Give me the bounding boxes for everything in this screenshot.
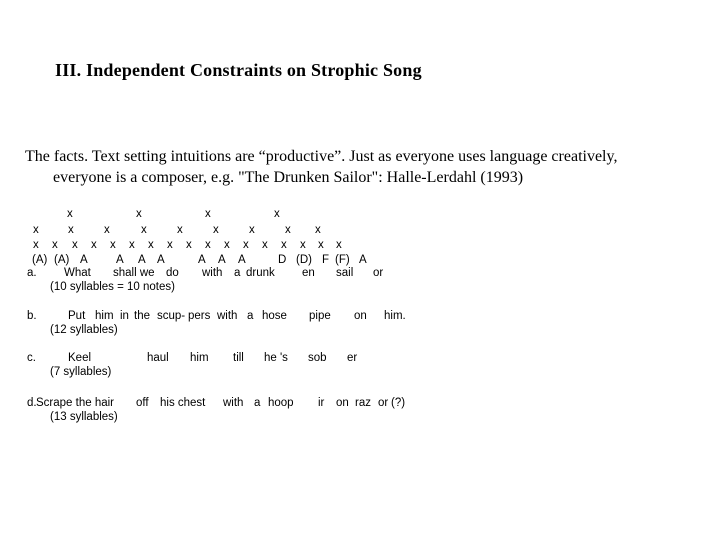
lyric-syllable: in — [120, 310, 129, 322]
grid-beat-row3: x — [33, 239, 39, 251]
lyric-syllable: Put — [68, 310, 86, 322]
grid-beat-row2: x — [249, 224, 255, 236]
grid-beat-row3: x — [205, 239, 211, 251]
intro-line-1: The facts. Text setting intuitions are “… — [25, 148, 618, 165]
grid-beat-row1: x — [136, 208, 142, 220]
lyric-syllable: his chest — [160, 397, 206, 409]
pitch-label: (D) — [296, 254, 312, 266]
grid-beat-row3: x — [281, 239, 287, 251]
grid-beat-row3: x — [318, 239, 324, 251]
pitch-label: A — [198, 254, 206, 266]
lyric-syllable: a — [247, 310, 254, 322]
grid-beat-row3: x — [52, 239, 58, 251]
lyric-syllable: do — [166, 267, 179, 279]
lyric-syllable: on — [336, 397, 349, 409]
grid-beat-row2: x — [177, 224, 183, 236]
lyric-syllable: pers — [188, 310, 211, 322]
grid-beat-row1: x — [274, 208, 280, 220]
lyric-syllable: with — [217, 310, 238, 322]
lyric-syllable: the — [134, 310, 150, 322]
intro-paragraph: The facts. Text setting intuitions are “… — [25, 146, 665, 188]
example-label: c. — [27, 352, 36, 364]
pitch-label: (A) — [54, 254, 70, 266]
pitch-label: F — [322, 254, 330, 266]
grid-beat-row3: x — [300, 239, 306, 251]
lyric-syllable: ir — [318, 397, 325, 409]
pitch-label: A — [80, 254, 88, 266]
lyric-syllable: hose — [262, 310, 287, 322]
lyric-syllable: or — [378, 397, 389, 409]
lyric-syllable: pipe — [309, 310, 331, 322]
grid-beat-row3: x — [167, 239, 173, 251]
lyric-syllable: Scrape the hair — [36, 397, 114, 409]
grid-beat-row2: x — [33, 224, 39, 236]
grid-beat-row3: x — [110, 239, 116, 251]
lyric-syllable: (?) — [391, 397, 406, 409]
lyric-syllable: till — [233, 352, 244, 364]
section-title: III. Independent Constraints on Strophic… — [55, 60, 422, 80]
grid-beat-row2: x — [68, 224, 74, 236]
grid-beat-row2: x — [104, 224, 110, 236]
grid-beat-row2: x — [285, 224, 291, 236]
grid-beat-row3: x — [262, 239, 268, 251]
lyric-syllable: en — [302, 267, 315, 279]
lyric-syllable: a — [254, 397, 261, 409]
lyric-syllable: sail — [336, 267, 354, 279]
example-label: a. — [27, 267, 37, 279]
pitch-label: (F) — [335, 254, 350, 266]
grid-beat-row3: x — [336, 239, 342, 251]
grid-beat-row3: x — [72, 239, 78, 251]
lyric-syllable: Keel — [68, 352, 92, 364]
pitch-label: A — [238, 254, 246, 266]
grid-beat-row3: x — [224, 239, 230, 251]
grid-beat-row1: x — [67, 208, 73, 220]
lyric-syllable: with — [223, 397, 244, 409]
lyric-syllable: with — [202, 267, 223, 279]
example-label: b. — [27, 310, 37, 322]
pitch-label: A — [359, 254, 367, 266]
lyric-syllable: scup- — [157, 310, 186, 322]
pitch-label: D — [278, 254, 287, 266]
grid-beat-row3: x — [186, 239, 192, 251]
lyric-syllable: raz — [355, 397, 371, 409]
pitch-label: A — [157, 254, 165, 266]
lyric-syllable: him — [190, 352, 209, 364]
lyric-syllable: off — [136, 397, 149, 409]
grid-beat-row2: x — [141, 224, 147, 236]
lyric-syllable: he 's — [264, 352, 288, 364]
lyric-syllable: What — [64, 267, 91, 279]
grid-beat-row3: x — [129, 239, 135, 251]
lyric-syllable: him. — [384, 310, 406, 322]
lyric-syllable: on — [354, 310, 367, 322]
syllable-count: (7 syllables) — [50, 366, 112, 378]
syllable-count: (10 syllables = 10 notes) — [50, 281, 175, 293]
grid-beat-row2: x — [315, 224, 321, 236]
lyric-syllable: or — [373, 267, 384, 279]
lyric-syllable: him — [95, 310, 114, 322]
lyric-syllable: haul — [147, 352, 169, 364]
grid-beat-row3: x — [148, 239, 154, 251]
pitch-label: (A) — [32, 254, 48, 266]
lyric-syllable: sob — [308, 352, 327, 364]
lyric-syllable: er — [347, 352, 358, 364]
syllable-count: (13 syllables) — [50, 411, 118, 423]
pitch-label: A — [116, 254, 124, 266]
syllable-count: (12 syllables) — [50, 324, 118, 336]
pitch-label: A — [218, 254, 226, 266]
pitch-label: A — [138, 254, 146, 266]
lyric-syllable: drunk — [246, 267, 275, 279]
intro-line-2: everyone is a composer, e.g. "The Drunke… — [53, 169, 524, 186]
lyric-syllable: shall we — [113, 267, 155, 279]
grid-beat-row2: x — [213, 224, 219, 236]
grid-beat-row3: x — [243, 239, 249, 251]
lyric-syllable: a — [234, 267, 241, 279]
lyric-syllable: hoop — [268, 397, 294, 409]
grid-beat-row3: x — [91, 239, 97, 251]
grid-beat-row1: x — [205, 208, 211, 220]
